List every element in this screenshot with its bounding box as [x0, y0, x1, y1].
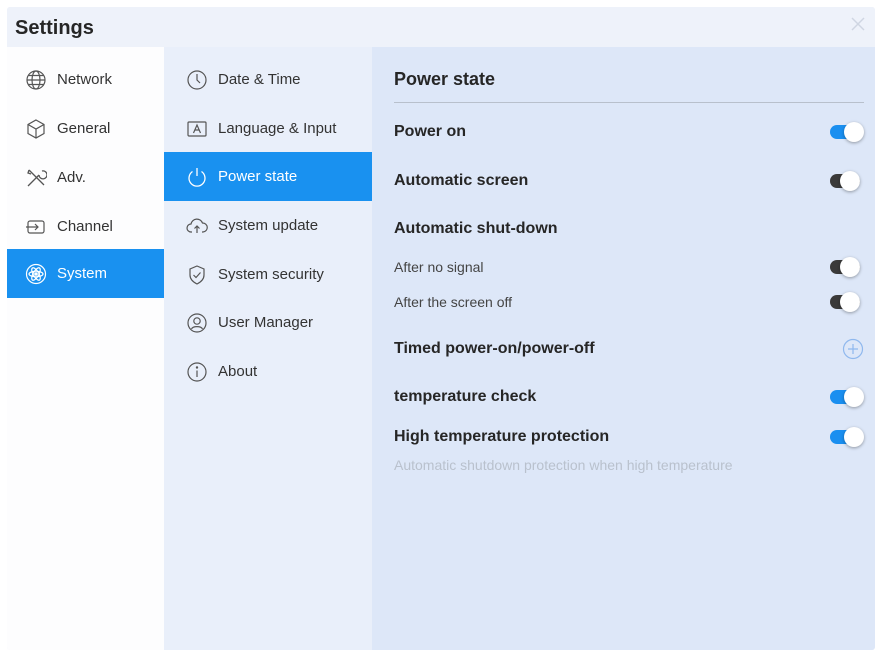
submenu-item-about[interactable]: About	[164, 347, 372, 396]
globe-icon	[25, 69, 47, 91]
submenu-item-language-input[interactable]: Language & Input	[164, 104, 372, 153]
atom-icon	[25, 263, 47, 285]
window-title: Settings	[15, 17, 94, 39]
close-icon[interactable]	[849, 15, 867, 33]
power-on-toggle[interactable]	[830, 122, 864, 142]
category-item-channel[interactable]: Channel	[7, 202, 164, 251]
category-label: Network	[57, 71, 113, 88]
after-screen-off-label: After the screen off	[394, 294, 513, 310]
cloud-upload-icon	[186, 215, 208, 237]
after-no-signal-toggle[interactable]	[830, 257, 864, 277]
section-divider	[394, 102, 864, 103]
category-label: Adv.	[57, 169, 86, 186]
temperature-check-toggle[interactable]	[830, 387, 864, 407]
automatic-screen-toggle[interactable]	[830, 171, 864, 191]
tools-icon	[25, 167, 47, 189]
system-submenu: Date & Time Language & Input Power state	[164, 47, 372, 650]
submenu-label: Language & Input	[218, 120, 337, 137]
high-temp-protection-label: High temperature protection	[394, 428, 610, 445]
user-icon	[186, 312, 208, 334]
high-temp-protection-toggle[interactable]	[830, 427, 864, 447]
automatic-screen-label: Automatic screen	[394, 172, 529, 189]
power-on-label: Power on	[394, 123, 467, 140]
category-label: Channel	[57, 218, 113, 235]
power-state-panel: Power state Power on Automatic screen Au…	[372, 47, 875, 650]
category-item-adv[interactable]: Adv.	[7, 153, 164, 202]
category-item-general[interactable]: General	[7, 104, 164, 153]
category-label: System	[57, 265, 108, 282]
timed-power-label: Timed power-on/power-off	[394, 340, 595, 357]
category-label: General	[57, 120, 111, 137]
info-icon	[186, 361, 208, 383]
submenu-item-system-update[interactable]: System update	[164, 201, 372, 250]
plus-circle-icon[interactable]	[842, 338, 864, 360]
submenu-item-power-state[interactable]: Power state	[164, 152, 372, 201]
cube-icon	[25, 118, 47, 140]
automatic-shutdown-row: Automatic shut-down	[394, 214, 864, 244]
clock-icon	[186, 69, 208, 91]
after-screen-off-row: After the screen off	[394, 287, 864, 317]
category-sidebar: Network General Adv. Channel System	[7, 47, 164, 650]
submenu-label: System security	[218, 266, 324, 283]
automatic-screen-row: Automatic screen	[394, 166, 864, 196]
after-screen-off-toggle[interactable]	[830, 292, 864, 312]
submenu-label: System update	[218, 217, 319, 234]
category-item-system[interactable]: System	[7, 249, 164, 298]
shield-check-icon	[186, 264, 208, 286]
after-no-signal-label: After no signal	[394, 259, 484, 275]
submenu-label: About	[218, 363, 258, 380]
timed-power-row: Timed power-on/power-off	[394, 334, 864, 364]
submenu-item-system-security[interactable]: System security	[164, 250, 372, 299]
submenu-label: User Manager	[218, 314, 314, 331]
power-icon	[186, 166, 208, 188]
submenu-item-user-manager[interactable]: User Manager	[164, 298, 372, 347]
automatic-shutdown-label: Automatic shut-down	[394, 220, 558, 237]
section-title: Power state	[394, 69, 496, 89]
keyboard-a-icon	[186, 118, 208, 140]
temperature-check-label: temperature check	[394, 388, 537, 405]
temperature-check-row: temperature check	[394, 382, 864, 412]
submenu-label: Power state	[218, 168, 298, 185]
settings-window: Settings Network General Adv. Channel Sy…	[7, 7, 875, 650]
after-no-signal-row: After no signal	[394, 252, 864, 282]
category-item-network[interactable]: Network	[7, 55, 164, 104]
high-temp-protection-row: High temperature protection	[394, 422, 864, 452]
high-temp-protection-hint: Automatic shutdown protection when high …	[394, 457, 733, 473]
channel-icon	[25, 216, 47, 238]
submenu-item-date-time[interactable]: Date & Time	[164, 55, 372, 104]
title-bar: Settings	[7, 7, 875, 47]
submenu-label: Date & Time	[218, 71, 301, 88]
power-on-row: Power on	[394, 117, 864, 147]
